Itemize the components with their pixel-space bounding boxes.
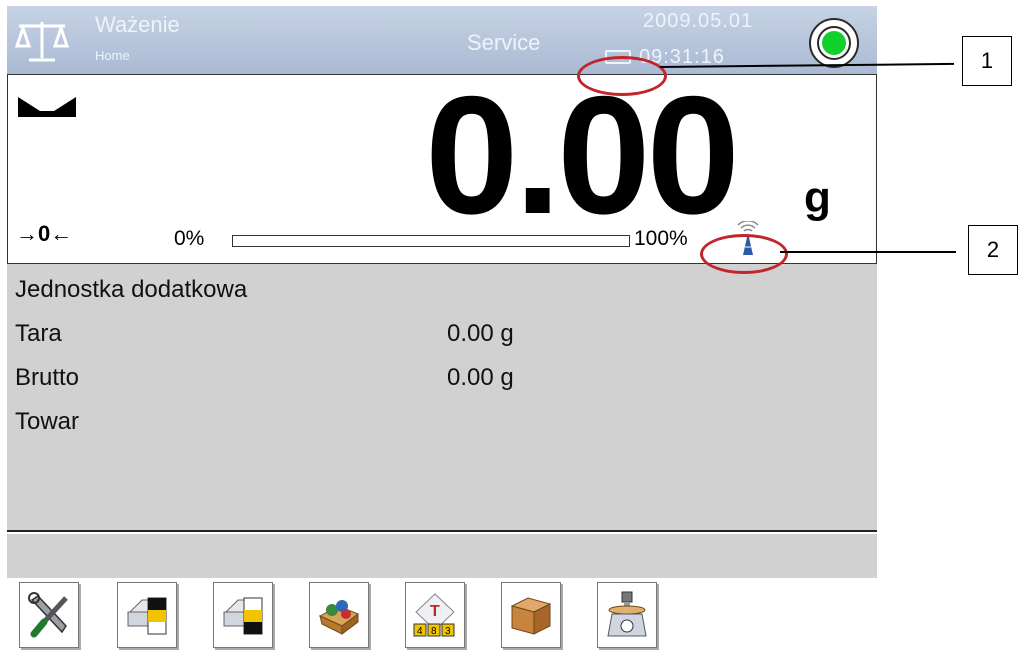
app-subtitle: Home — [95, 48, 130, 63]
status-indicator-button[interactable] — [809, 18, 859, 68]
tare-button[interactable]: T 4 8 3 — [405, 582, 465, 648]
product-label: Towar — [15, 408, 80, 435]
print-footer-button[interactable] — [213, 582, 273, 648]
callout-label-2: 2 — [968, 225, 1018, 275]
weighing-icon — [607, 591, 647, 637]
product-database-icon — [318, 600, 360, 635]
svg-text:8: 8 — [431, 626, 437, 637]
date-display: 2009.05.01 — [643, 10, 754, 32]
packaging-button[interactable] — [501, 582, 561, 648]
svg-text:3: 3 — [445, 626, 451, 637]
packaging-icon — [510, 597, 552, 635]
tare-icon: T 4 8 3 — [413, 593, 455, 637]
function-toolbar: T 4 8 3 — [7, 578, 877, 655]
message-strip — [7, 534, 877, 578]
scale-screen: Ważenie Home Service 2009.05.01 09:31:16… — [7, 6, 877, 655]
callout-ellipse-2 — [700, 234, 788, 274]
zero-indicator: →0← — [16, 221, 73, 246]
gross-label: Brutto — [15, 364, 80, 391]
svg-text:4: 4 — [417, 626, 423, 637]
range-max-label: 100% — [634, 227, 688, 250]
tare-label: Tara — [15, 320, 62, 347]
weight-reading: 0.00 — [425, 61, 740, 249]
callout-ellipse-1 — [577, 56, 667, 96]
app-title: Ważenie — [95, 12, 180, 37]
tare-value: 0.00 g — [447, 320, 514, 347]
callout-leader-2 — [780, 251, 956, 253]
gross-value: 0.00 g — [447, 364, 514, 391]
print-header-button[interactable] — [117, 582, 177, 648]
balance-logo-icon — [14, 22, 70, 62]
tools-button[interactable] — [19, 582, 79, 648]
mode-label: Service — [467, 30, 541, 55]
extra-unit-label: Jednostka dodatkowa — [15, 276, 248, 303]
status-led-icon — [822, 31, 846, 55]
printer-footer-icon — [223, 597, 263, 635]
product-database-button[interactable] — [309, 582, 369, 648]
svg-text:T: T — [430, 603, 440, 620]
stability-marker-icon — [18, 97, 76, 117]
printer-header-icon — [127, 597, 167, 635]
weighing-mode-button[interactable] — [597, 582, 657, 648]
callout-label-1: 1 — [962, 36, 1012, 86]
info-panel: Jednostka dodatkowa Tara 0.00 g Brutto 0… — [7, 264, 877, 532]
range-min-label: 0% — [174, 227, 205, 250]
load-range-bar — [232, 235, 630, 247]
weight-unit: g — [804, 173, 831, 222]
tools-icon — [28, 592, 68, 638]
